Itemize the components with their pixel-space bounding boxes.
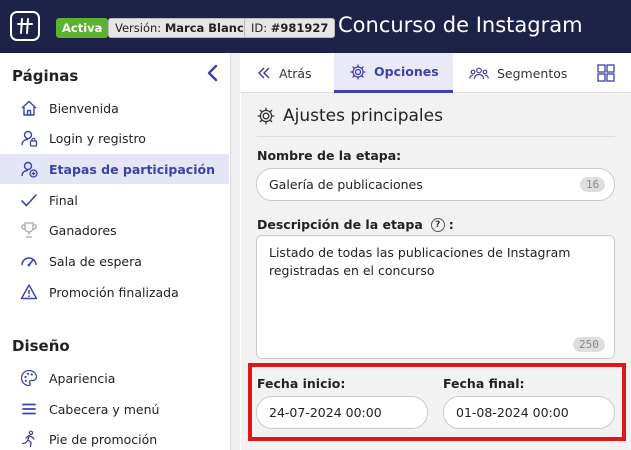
description-label: Descripción de la etapa ? :	[257, 217, 454, 232]
gear-icon	[350, 63, 366, 80]
id-value: #981927	[270, 21, 329, 35]
start-date-input[interactable]: 24-07-2024 00:00	[256, 396, 428, 429]
section-title: Ajustes principales	[283, 106, 443, 126]
tab-back[interactable]: Atrás	[257, 53, 312, 93]
stage-name-input[interactable]: Galería de publicaciones	[256, 168, 615, 201]
user-lock-icon	[21, 130, 38, 147]
sidebar-item-sala-espera[interactable]: Sala de espera	[0, 246, 229, 276]
tab-label: Opciones	[374, 64, 439, 79]
home-icon	[21, 100, 37, 116]
sidebar-item-login[interactable]: Login y registro	[0, 123, 229, 153]
sidebar-item-cabecera[interactable]: Cabecera y menú	[0, 394, 229, 424]
description-counter: 250	[573, 337, 605, 352]
sidebar-item-ganadores[interactable]: Ganadores	[0, 215, 229, 245]
help-icon[interactable]: ?	[430, 217, 445, 232]
version-badge: Versión: Marca Blanca	[108, 18, 259, 38]
section-heading: Ajustes principales	[257, 106, 443, 126]
user-add-icon	[21, 161, 38, 178]
sidebar-item-bienvenida[interactable]: Bienvenida	[0, 93, 229, 123]
sidebar-item-label: Etapas de participación	[49, 161, 215, 177]
version-value: Marca Blanca	[164, 21, 252, 35]
users-group-icon	[469, 67, 489, 80]
trophy-icon	[21, 222, 37, 238]
tab-opciones[interactable]: Opciones	[334, 53, 453, 93]
sidebar-item-label: Cabecera y menú	[49, 401, 160, 417]
runner-icon	[21, 430, 35, 448]
page-title: Concurso de Instagram	[338, 13, 583, 37]
divider	[257, 136, 615, 137]
collapse-sidebar-button[interactable]	[204, 63, 222, 83]
sidebar-item-label: Promoción finalizada	[49, 284, 179, 300]
sidebar-item-label: Apariencia	[49, 370, 116, 386]
id-badge: ID: #981927	[244, 18, 336, 38]
description-value: Listado de todas las publicaciones de In…	[269, 245, 571, 278]
top-bar: Activa Versión: Marca Blanca ID: #981927…	[0, 0, 631, 53]
tab-more[interactable]	[597, 53, 623, 93]
tab-segmentos[interactable]: Segmentos	[469, 53, 567, 93]
sidebar-item-label: Final	[49, 192, 78, 208]
stage-name-label: Nombre de la etapa:	[257, 148, 402, 163]
check-icon	[21, 194, 37, 207]
gear-icon	[257, 107, 275, 125]
stage-name-counter: 16	[580, 177, 606, 192]
grid-icon	[597, 64, 615, 82]
sidebar-item-label: Login y registro	[49, 130, 146, 146]
sidebar-item-etapas[interactable]: Etapas de participación	[0, 154, 229, 184]
start-date-label: Fecha inicio:	[257, 376, 346, 391]
tab-label: Segmentos	[497, 65, 568, 81]
gauge-icon	[21, 257, 37, 267]
warning-icon	[20, 284, 38, 300]
start-date-value: 24-07-2024 00:00	[269, 405, 382, 420]
sidebar-item-promocion-finalizada[interactable]: Promoción finalizada	[0, 277, 229, 307]
hashtag-logo-icon[interactable]	[10, 11, 40, 41]
double-chevron-left-icon	[257, 67, 270, 79]
description-label-text: Descripción de la etapa	[257, 217, 423, 232]
menu-icon	[22, 403, 36, 415]
pages-section-title: Páginas	[12, 67, 79, 85]
sidebar-resize-handle[interactable]	[230, 53, 240, 450]
sidebar-item-label: Ganadores	[49, 222, 117, 238]
description-label-suffix: :	[448, 217, 454, 232]
end-date-label: Fecha final:	[443, 376, 525, 391]
chevron-left-icon	[207, 64, 218, 82]
palette-icon	[20, 369, 38, 387]
sidebar-item-final[interactable]: Final	[0, 185, 229, 215]
tab-bar: Atrás Opciones Segmentos	[241, 53, 631, 93]
stage-name-value: Galería de publicaciones	[269, 177, 423, 192]
sidebar-item-apariencia[interactable]: Apariencia	[0, 363, 229, 393]
tab-label: Atrás	[279, 65, 312, 81]
end-date-input[interactable]: 01-08-2024 00:00	[443, 396, 615, 429]
end-date-value: 01-08-2024 00:00	[456, 405, 569, 420]
version-label: Versión:	[115, 21, 162, 35]
status-badge: Activa	[56, 18, 109, 38]
sidebar-item-label: Pie de promoción	[49, 431, 158, 447]
sidebar-item-label: Sala de espera	[49, 253, 142, 269]
id-label: ID:	[251, 21, 268, 35]
design-section-title: Diseño	[12, 337, 70, 355]
sidebar-item-label: Bienvenida	[49, 100, 119, 116]
description-textarea[interactable]: Listado de todas las publicaciones de In…	[256, 235, 615, 359]
sidebar-item-pie[interactable]: Pie de promoción	[0, 424, 229, 450]
